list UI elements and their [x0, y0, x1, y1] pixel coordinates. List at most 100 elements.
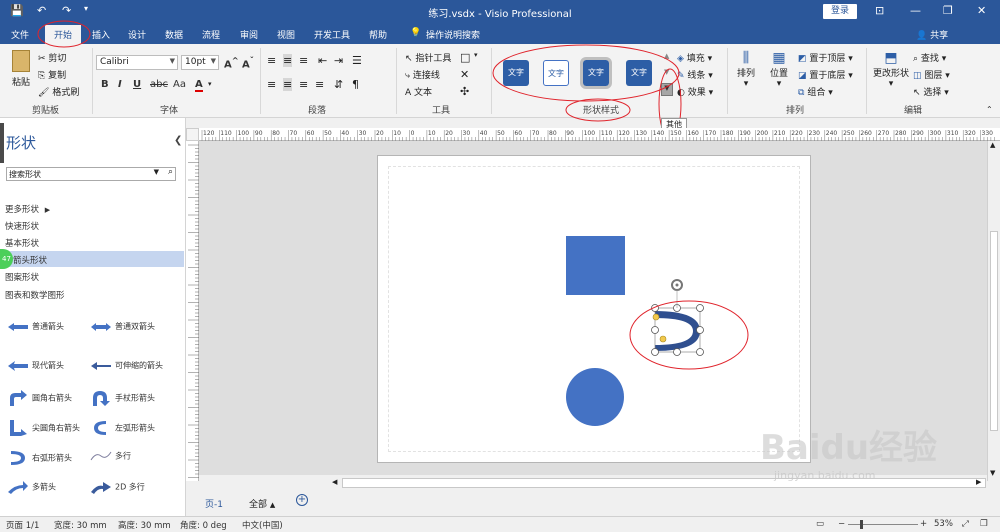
chevron-left-icon[interactable]: ❮ — [174, 135, 182, 146]
stencil-quick-shapes[interactable]: 快速形状 — [0, 217, 184, 233]
ruler-label: 170 — [705, 130, 717, 137]
add-page-icon[interactable]: + — [296, 494, 308, 506]
ruler-label: 120 — [203, 130, 215, 137]
ruler-label: 230 — [809, 130, 821, 137]
ruler-label: 40 — [341, 130, 349, 137]
chevron-up-icon: ▲ — [269, 501, 276, 509]
ruler-label: 60 — [514, 130, 522, 137]
ruler-label: 210 — [774, 130, 786, 137]
shape-modern-arrow[interactable]: 现代箭头 — [7, 360, 64, 371]
page-tabs-bar: 页-1 全部 ▲ + — [186, 490, 1000, 516]
resize-handle[interactable] — [696, 304, 704, 312]
ruler-label: 90 — [255, 130, 263, 137]
ruler-label: 260 — [860, 130, 872, 137]
zoom-level[interactable]: 53% — [934, 519, 953, 529]
zoom-slider-thumb[interactable] — [860, 520, 863, 529]
ruler-label: 240 — [826, 130, 838, 137]
ruler-label: 250 — [843, 130, 855, 137]
search-shapes-input[interactable]: 搜索形状 ▼ ⌕ — [6, 167, 176, 181]
scroll-up-icon[interactable]: ▲ — [990, 141, 995, 149]
resize-handle[interactable] — [696, 326, 704, 334]
search-icon[interactable]: ⌕ — [168, 167, 173, 177]
shape-sharp-right-arrow[interactable]: 尖圆角右箭头 — [7, 420, 80, 436]
shape-2d-polyline[interactable]: 2D 多行 — [90, 480, 145, 494]
ruler-label: 140 — [653, 130, 665, 137]
scroll-left-icon[interactable]: ◀ — [332, 478, 337, 486]
stencil-charts-math[interactable]: 图表和数学图形 — [0, 286, 184, 302]
ruler-label: 20 — [376, 130, 384, 137]
right-arc-arrow-icon — [11, 451, 25, 465]
zoom-out-icon[interactable]: − — [838, 519, 845, 529]
rounded-right-arrow-icon — [10, 390, 27, 406]
page-tab-1[interactable]: 页-1 — [205, 497, 223, 510]
stencil-pattern-shapes[interactable]: 图案形状 — [0, 268, 184, 284]
stencil-basic-shapes[interactable]: 基本形状 — [0, 234, 184, 250]
resize-handle[interactable] — [651, 348, 659, 356]
ruler-label: 200 — [757, 130, 769, 137]
vertical-scroll-thumb[interactable] — [990, 231, 998, 431]
ruler-label: 150 — [670, 130, 682, 137]
resize-handle[interactable] — [673, 348, 681, 356]
shape-simple-arrow[interactable]: 普通箭头 — [7, 321, 64, 332]
sharp-right-arrow-icon — [10, 420, 27, 436]
shape-polyline[interactable]: 多行 — [90, 450, 131, 462]
shape-cane-arrow[interactable]: 手杖形箭头 — [90, 390, 155, 406]
fit-window-icon[interactable]: ⤢ — [962, 519, 969, 529]
status-bar: 页面 1/1 宽度: 30 mm 高度: 30 mm 角度: 0 deg 中文(… — [0, 516, 1000, 532]
ruler-label: 50 — [324, 130, 332, 137]
shape-scalable-arrow[interactable]: 可伸缩的箭头 — [90, 360, 163, 371]
ruler-label: 100 — [584, 130, 596, 137]
ruler-label: 160 — [687, 130, 699, 137]
ruler-ticks: 120 110 100 90 80 70 60 50 40 30 20 10 0 10 20 30 40 50 60… — [201, 130, 995, 141]
rotate-handle-icon[interactable] — [671, 279, 683, 308]
watermark: Baidu经验 jingyan.baidu.com — [760, 420, 937, 482]
vertical-ruler-ticks — [188, 144, 199, 478]
fit-page-icon[interactable]: ▭ — [816, 519, 824, 529]
circle-shape[interactable] — [566, 368, 624, 426]
horizontal-ruler[interactable]: 120 110 100 90 80 70 60 50 40 30 20 10 0 10 20 30 40 50 60… — [186, 128, 1000, 141]
zoom-slider[interactable] — [848, 524, 918, 525]
shape-left-arc-arrow[interactable]: 左弧形箭头 — [90, 420, 155, 436]
scalable-arrow-icon — [91, 361, 111, 370]
2d-polyline-icon — [91, 482, 111, 494]
vertical-ruler[interactable] — [186, 141, 199, 481]
resize-handle[interactable] — [651, 326, 659, 334]
zoom-in-icon[interactable]: + — [920, 519, 927, 529]
square-shape[interactable] — [566, 236, 625, 295]
ruler-label: 0 — [411, 130, 415, 137]
status-language[interactable]: 中文(中国) — [242, 519, 283, 531]
switch-windows-icon[interactable]: ❐ — [980, 519, 988, 529]
control-handle[interactable] — [652, 313, 660, 321]
scroll-down-icon[interactable]: ▼ — [990, 469, 995, 477]
drawing-page[interactable] — [377, 155, 811, 463]
annotation-ellipse-styles — [492, 44, 680, 102]
shape-multi-arrow[interactable]: 多箭头 — [7, 480, 56, 494]
shape-right-arc-arrow[interactable]: 右弧形箭头 — [7, 450, 72, 466]
resize-handle[interactable] — [696, 348, 704, 356]
shapes-pane-title: 形状 — [6, 134, 37, 152]
ruler-label: 190 — [739, 130, 751, 137]
control-handle[interactable] — [659, 335, 667, 343]
vertical-scrollbar[interactable]: ▲ ▼ — [987, 141, 1000, 481]
right-arc-arrow-shape[interactable] — [655, 311, 700, 351]
ruler-label: 60 — [307, 130, 315, 137]
all-pages-button[interactable]: 全部 ▲ — [249, 497, 275, 510]
shape-rounded-right-arrow[interactable]: 圆角右箭头 — [7, 390, 72, 406]
ruler-label: 180 — [722, 130, 734, 137]
polyline-icon — [90, 451, 112, 461]
chevron-down-icon[interactable]: ▼ — [154, 168, 159, 176]
shape-double-arrow[interactable]: 普通双箭头 — [90, 321, 155, 332]
watermark-url: jingyan.baidu.com — [774, 469, 876, 482]
shape-label: 圆角右箭头 — [32, 393, 72, 403]
ruler-label: 220 — [791, 130, 803, 137]
shape-label: 尖圆角右箭头 — [32, 423, 80, 433]
stencil-arrow-shapes[interactable]: 箭头形状 — [0, 251, 184, 267]
pane-grip[interactable] — [0, 123, 4, 163]
scroll-right-icon[interactable]: ▶ — [976, 478, 981, 486]
shape-label: 普通箭头 — [32, 322, 64, 331]
stencil-more-shapes[interactable]: 更多形状 ▶ — [0, 200, 184, 216]
ruler-label: 80 — [272, 130, 280, 137]
drawing-shapes — [566, 236, 749, 426]
status-page[interactable]: 页面 1/1 — [6, 519, 39, 531]
annotation-ellipse-home-tab — [37, 20, 91, 48]
